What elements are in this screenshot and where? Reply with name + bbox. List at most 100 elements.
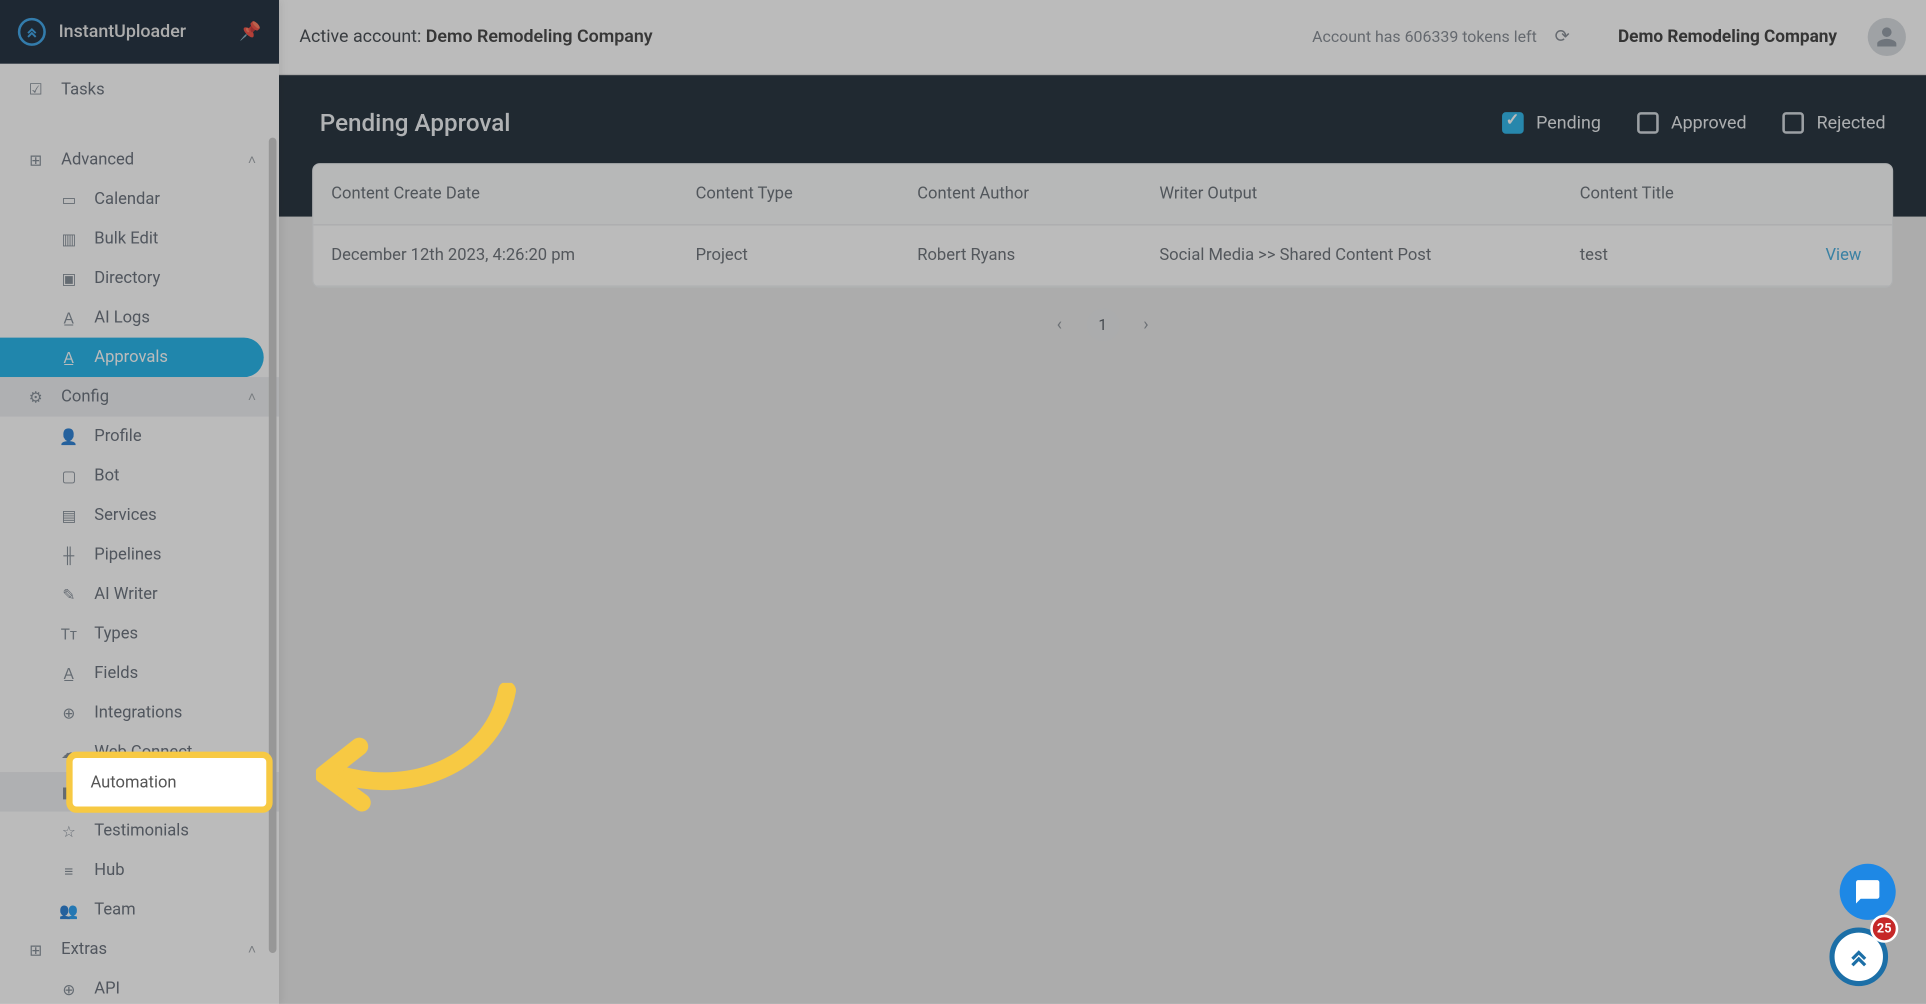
main-content: Active account: Demo Remodeling Company … — [279, 0, 1926, 1004]
sidebar-item-fields[interactable]: A̲Fields — [0, 654, 279, 693]
highlight-label: Automation — [90, 773, 176, 792]
sidebar-item-calendar[interactable]: ▭ Calendar — [0, 180, 279, 219]
sidebar-item-services[interactable]: ▤ Services — [0, 496, 279, 535]
bulkedit-icon: ▥ — [59, 230, 79, 248]
checkbox-icon[interactable] — [1637, 112, 1659, 134]
annotation-arrow-icon — [316, 683, 520, 836]
integrations-icon: ⊕ — [59, 704, 79, 722]
sidebar-group-config[interactable]: ⚙ Config ˄ — [0, 377, 279, 416]
th-title[interactable]: Content Title — [1580, 185, 1784, 204]
highlight-automation[interactable]: Automation — [66, 752, 272, 813]
approvals-icon: A̲ — [59, 348, 79, 366]
sidebar-item-pipelines[interactable]: ╫ Pipelines — [0, 535, 279, 574]
sidebar-item-api[interactable]: ⊕API — [0, 970, 279, 1004]
app-name: InstantUploader — [59, 22, 186, 42]
active-account-prefix: Active account: — [299, 27, 425, 47]
filter-pending[interactable]: Pending — [1502, 112, 1601, 134]
sidebar-item-label: Bot — [94, 466, 119, 485]
pin-icon[interactable]: 📌 — [239, 22, 261, 42]
sidebar-item-label: Calendar — [94, 190, 160, 209]
sidebar-group-extras[interactable]: ⊞ Extras ˄ — [0, 930, 279, 969]
pipelines-icon: ╫ — [59, 546, 79, 564]
sidebar-item-label: AI Writer — [94, 585, 157, 604]
page-number[interactable]: 1 — [1086, 308, 1119, 341]
filter-approved[interactable]: Approved — [1637, 112, 1747, 134]
th-date[interactable]: Content Create Date — [313, 185, 695, 204]
notif-badge: 25 — [1870, 915, 1898, 943]
approvals-table-wrap: Content Create Date Content Type Content… — [312, 163, 1893, 354]
table-header: Content Create Date Content Type Content… — [313, 164, 1891, 225]
sidebar-scrollbar[interactable] — [266, 64, 276, 1004]
grid-icon: ⊞ — [25, 151, 45, 169]
profile-icon: 👤 — [59, 427, 79, 445]
sidebar-group-label: Advanced — [61, 150, 134, 169]
sidebar-item-label: Services — [94, 506, 156, 525]
sidebar-item-ai-writer[interactable]: ✎ AI Writer — [0, 575, 279, 614]
ailogs-icon: A̲ — [59, 309, 79, 327]
page-next-button[interactable]: › — [1129, 308, 1162, 341]
logo-icon — [18, 18, 46, 46]
scrollbar-thumb[interactable] — [269, 138, 277, 953]
sidebar-item-label: Approvals — [94, 348, 168, 367]
sidebar-header: InstantUploader 📌 — [0, 0, 279, 64]
sidebar-item-types[interactable]: TᴛTypes — [0, 614, 279, 653]
th-type[interactable]: Content Type — [696, 185, 918, 204]
sidebar-item-ai-logs[interactable]: A̲ AI Logs — [0, 298, 279, 337]
checkbox-icon[interactable] — [1782, 112, 1804, 134]
avatar[interactable] — [1868, 18, 1906, 56]
tasks-icon: ☑ — [25, 80, 45, 98]
grid-icon: ⊞ — [25, 941, 45, 959]
pencil-icon: ✎ — [59, 585, 79, 603]
td-date: December 12th 2023, 4:26:20 pm — [313, 246, 695, 265]
td-title: test — [1580, 246, 1784, 265]
chat-fab[interactable] — [1840, 864, 1896, 920]
fields-icon: A̲ — [59, 664, 79, 682]
sidebar-item-label: Directory — [94, 269, 160, 288]
filter-rejected[interactable]: Rejected — [1782, 112, 1885, 134]
filter-label: Pending — [1536, 113, 1601, 133]
sidebar-item-label: Team — [94, 901, 135, 920]
calendar-icon: ▭ — [59, 190, 79, 208]
hub-icon: ≡ — [59, 862, 79, 880]
team-icon: 👥 — [59, 901, 79, 919]
pagination: ‹ 1 › — [312, 296, 1893, 355]
sidebar-item-bulk-edit[interactable]: ▥Bulk Edit — [0, 219, 279, 258]
sidebar-item-integrations[interactable]: ⊕Integrations — [0, 693, 279, 732]
sidebar-item-bot[interactable]: ▢Bot — [0, 456, 279, 495]
sidebar-item-hub[interactable]: ≡Hub — [0, 851, 279, 890]
types-icon: Tᴛ — [59, 625, 79, 643]
sidebar-item-label: Testimonials — [94, 822, 189, 841]
checkbox-icon[interactable] — [1502, 112, 1524, 134]
active-account-name: Demo Remodeling Company — [426, 27, 653, 47]
chevron-up-icon: ˄ — [248, 389, 256, 406]
sidebar-item-label: API — [94, 980, 120, 999]
tokens-remaining: Account has 606339 tokens left — [1312, 27, 1537, 46]
th-output[interactable]: Writer Output — [1159, 185, 1579, 204]
sidebar-item-team[interactable]: 👥 Team — [0, 891, 279, 930]
view-link[interactable]: View — [1826, 246, 1862, 265]
sidebar-item-label: Profile — [94, 427, 141, 446]
filter-label: Rejected — [1817, 113, 1886, 133]
th-author[interactable]: Content Author — [917, 185, 1159, 204]
filter-group: Pending Approved Rejected — [1502, 112, 1886, 134]
sidebar-item-approvals[interactable]: A̲ Approvals — [0, 338, 264, 377]
company-name[interactable]: Demo Remodeling Company — [1618, 27, 1837, 47]
sidebar-item-testimonials[interactable]: ☆ Testimonials — [0, 812, 279, 851]
refresh-icon[interactable]: ⟳ — [1555, 27, 1570, 47]
sidebar-item-profile[interactable]: 👤 Profile — [0, 417, 279, 456]
sidebar-item-tasks[interactable]: ☑ Tasks — [0, 64, 279, 115]
sidebar-group-advanced[interactable]: ⊞ Advanced ˄ — [0, 140, 279, 179]
services-icon: ▤ — [59, 506, 79, 524]
td-output: Social Media >> Shared Content Post — [1159, 246, 1579, 265]
table-row[interactable]: December 12th 2023, 4:26:20 pm Project R… — [313, 225, 1891, 286]
sidebar-item-directory[interactable]: ▣Directory — [0, 259, 279, 298]
topbar: Active account: Demo Remodeling Company … — [279, 0, 1926, 75]
sidebar-item-label: AI Logs — [94, 308, 150, 327]
approvals-table: Content Create Date Content Type Content… — [312, 163, 1893, 288]
star-icon: ☆ — [59, 822, 79, 840]
active-account-label: Active account: Demo Remodeling Company — [299, 27, 652, 47]
sidebar-group-label: Config — [61, 387, 109, 406]
page-prev-button[interactable]: ‹ — [1043, 308, 1076, 341]
sidebar-item-label: Pipelines — [94, 545, 161, 564]
sidebar: InstantUploader 📌 ☑ Tasks ⊞ Advanced ˄ ▭… — [0, 0, 279, 1004]
